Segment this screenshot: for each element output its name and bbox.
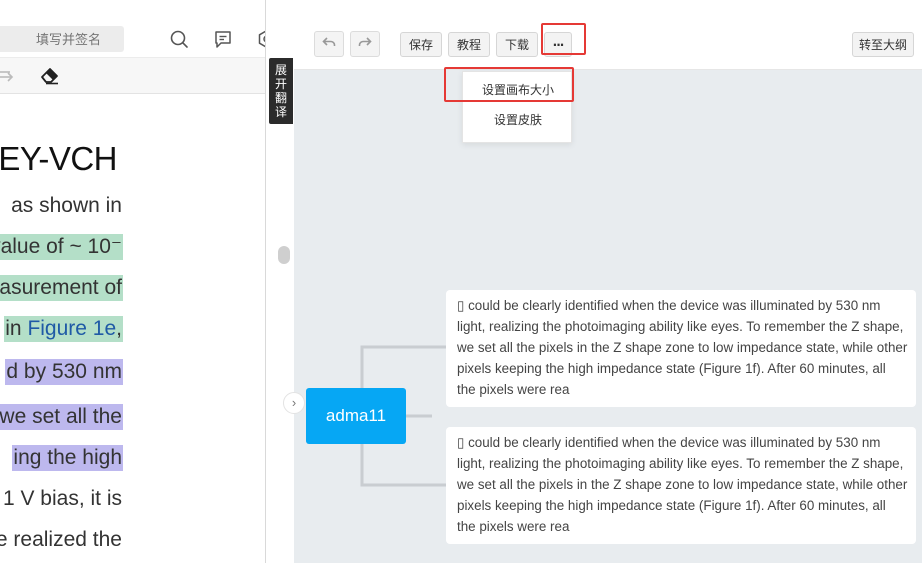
redo-icon[interactable] — [0, 64, 20, 86]
undo-button[interactable] — [314, 31, 344, 57]
eraser-icon[interactable] — [38, 64, 62, 86]
redo-icon — [358, 35, 372, 53]
document-text: in — [5, 317, 28, 340]
more-menu-dropdown: 设置画布大小 设置皮肤 — [462, 71, 572, 143]
search-icon[interactable] — [168, 28, 190, 50]
document-line-highlighted: ing the high — [12, 445, 123, 471]
document-line: e realized the — [0, 528, 122, 551]
expand-translation-tab[interactable]: 展开翻译 — [269, 58, 293, 124]
menu-item-canvas-size[interactable]: 设置画布大小 — [469, 78, 567, 102]
document-line-highlighted: d by 530 nm — [5, 359, 123, 385]
mindmap-toolbar — [294, 20, 922, 70]
translate-tab-label: 展开翻译 — [275, 63, 288, 119]
document-line: as shown in — [11, 194, 122, 217]
save-button[interactable]: 保存 — [400, 32, 442, 57]
collapse-toggle[interactable]: › — [283, 392, 305, 414]
mindmap-root-node[interactable]: adma11 — [306, 388, 406, 444]
document-line-highlighted: in Figure 1e, — [4, 316, 123, 342]
tutorial-button[interactable]: 教程 — [448, 32, 490, 57]
mindmap-child-node[interactable]: ▯ could be clearly identified when the d… — [446, 427, 916, 544]
signature-input[interactable] — [0, 26, 124, 52]
mindmap-child-node[interactable]: ▯ could be clearly identified when the d… — [446, 290, 916, 407]
menu-item-skin[interactable]: 设置皮肤 — [463, 108, 573, 132]
download-button[interactable]: 下载 — [496, 32, 538, 57]
comment-icon[interactable] — [212, 28, 234, 50]
document-line-highlighted: value of ~ 10⁻ — [0, 234, 123, 260]
chevron-right-icon: › — [291, 395, 297, 410]
document-line-highlighted: we set all the — [0, 404, 123, 430]
document-line: 1 V bias, it is — [2, 487, 122, 510]
redo-button[interactable] — [350, 31, 380, 57]
document-text: , — [116, 317, 122, 340]
panel-resize-handle[interactable] — [278, 246, 290, 264]
settings-icon[interactable] — [256, 28, 265, 50]
figure-link[interactable]: Figure 1e — [27, 317, 116, 340]
more-button[interactable]: ··· — [544, 32, 572, 57]
outline-button[interactable]: 转至大纲 — [852, 32, 914, 57]
document-heading: EY-VCH — [0, 140, 117, 177]
document-line-highlighted: asurement of — [0, 275, 123, 301]
undo-icon — [322, 35, 336, 53]
pdf-panel: EY-VCH as shown in value of ~ 10⁻ asurem… — [0, 0, 266, 563]
